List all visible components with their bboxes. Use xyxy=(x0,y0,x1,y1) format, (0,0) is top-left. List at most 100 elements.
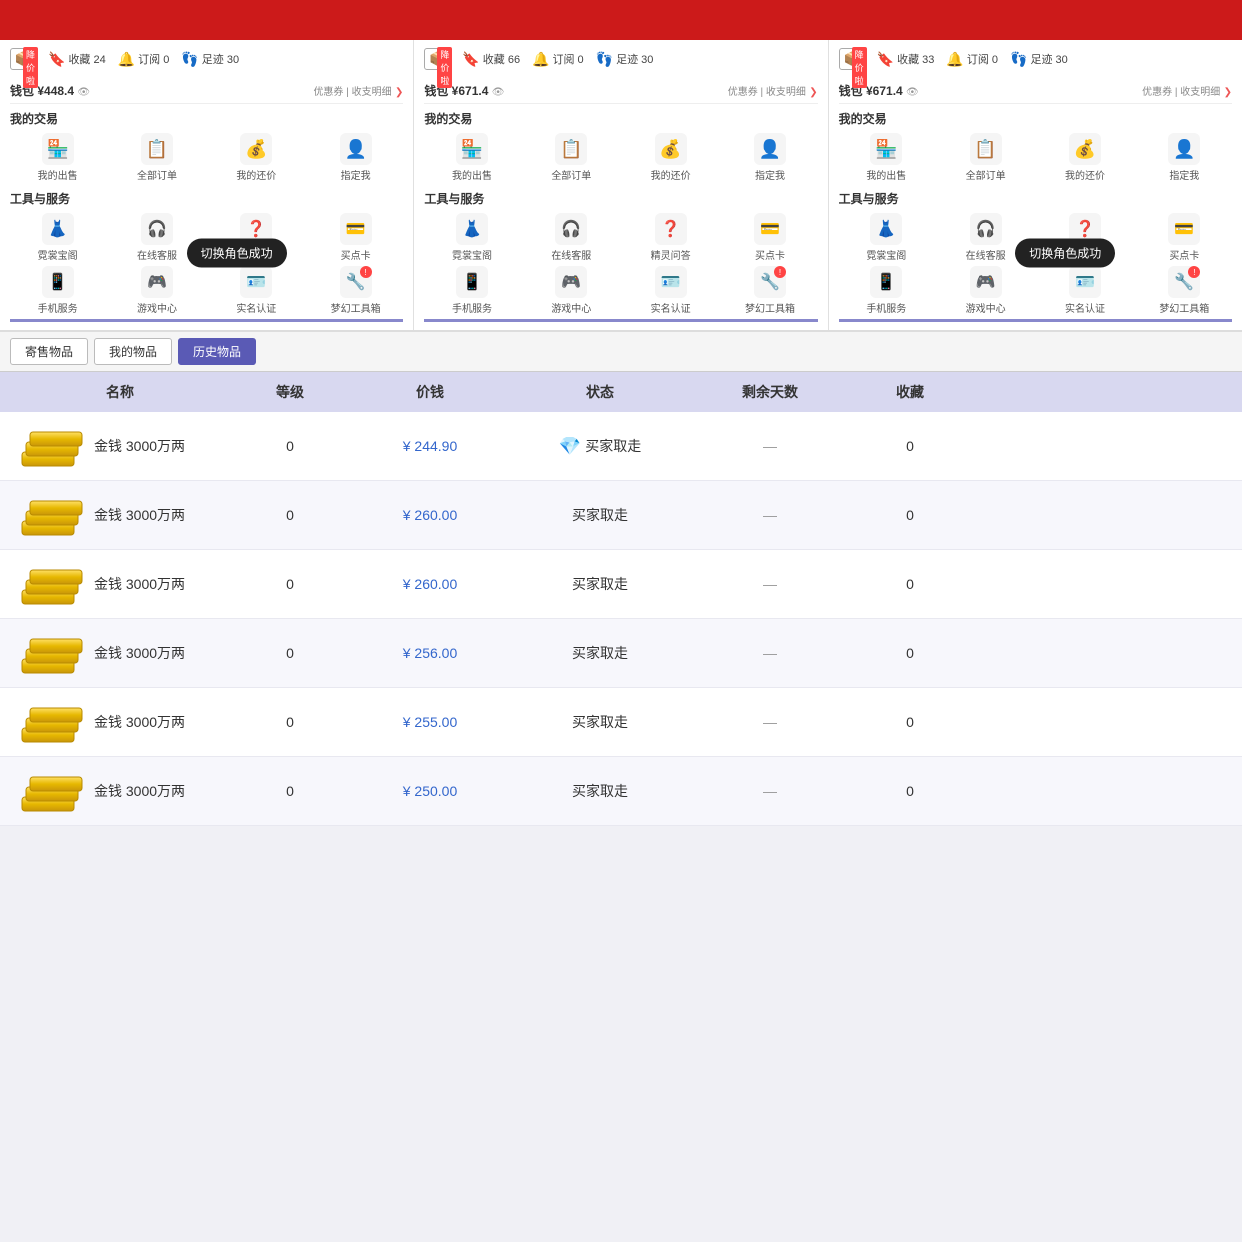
status-cell: 买家取走 xyxy=(510,574,690,594)
zuji-icon: 👣 xyxy=(181,51,198,68)
tool-item-2[interactable]: ❓ 精灵问答 xyxy=(623,213,718,262)
zuji-item: 👣 足迹 30 xyxy=(181,51,239,68)
panel-2: 📦 降价啦 🔖 收藏 66 🔔 订阅 0 👣 足迹 30 钱包 ¥671.4 👁 xyxy=(414,40,828,330)
shoucang-label: 收藏 24 xyxy=(68,51,105,67)
shoucang-label: 收藏 66 xyxy=(483,51,520,67)
trade-item-label-1: 全部订单 xyxy=(551,167,591,182)
tab-1[interactable]: 我的物品 xyxy=(94,338,172,365)
trade-grid: 🏪 我的出售 📋 全部订单 💰 我的还价 👤 指定我 xyxy=(10,133,403,182)
trade-item-label-2: 我的还价 xyxy=(1065,167,1105,182)
col-header-5: 收藏 xyxy=(850,382,970,402)
wallet-amount: ¥448.4 xyxy=(37,84,74,98)
trade-item-3[interactable]: 👤 指定我 xyxy=(308,133,403,182)
trade-icon-0: 🏪 xyxy=(870,133,902,165)
trade-item-0[interactable]: 🏪 我的出售 xyxy=(839,133,934,182)
trade-icon-1: 📋 xyxy=(555,133,587,165)
item-price: ¥ 244.90 xyxy=(350,438,510,454)
tool-item-6[interactable]: 🪪 实名认证 xyxy=(623,266,718,315)
trade-item-1[interactable]: 📋 全部订单 xyxy=(109,133,204,182)
trade-icon-0: 🏪 xyxy=(42,133,74,165)
tool-item-4[interactable]: 📱 手机服务 xyxy=(424,266,519,315)
trade-item-label-2: 我的还价 xyxy=(651,167,691,182)
shoucang-label: 收藏 33 xyxy=(897,51,934,67)
tool-item-7[interactable]: 🔧 ! 梦幻工具箱 xyxy=(1137,266,1232,315)
tool-badge-7: ! xyxy=(360,266,372,278)
trade-item-label-0: 我的出售 xyxy=(452,167,492,182)
shoucang-icon: 🔖 xyxy=(462,51,479,68)
tool-item-5[interactable]: 🎮 游戏中心 xyxy=(938,266,1033,315)
panel-1: 📦 降价啦 🔖 收藏 24 🔔 订阅 0 👣 足迹 30 钱包 ¥448.4 👁 xyxy=(0,40,414,330)
item-price: ¥ 260.00 xyxy=(350,576,510,592)
tool-item-0[interactable]: 👗 霓裳宝阁 xyxy=(839,213,934,262)
item-level: 0 xyxy=(230,714,350,730)
item-level: 0 xyxy=(230,438,350,454)
tools-grid: 👗 霓裳宝阁 🎧 在线客服 xyxy=(424,213,817,315)
wallet-arrow: ❯ xyxy=(395,87,403,98)
panel-icon-box: 📦 降价啦 xyxy=(424,48,450,70)
tool-item-0[interactable]: 👗 霓裳宝阁 xyxy=(424,213,519,262)
status-cell: 💎 买家取走 xyxy=(510,436,690,457)
item-name: 金钱 3000万两 xyxy=(94,436,185,456)
wallet-links: 优惠券 | 收支明细 xyxy=(1142,87,1220,98)
wallet-row: 钱包 ¥671.4 👁 优惠券 | 收支明细 ❯ xyxy=(424,78,817,104)
tool-item-6[interactable]: 🪪 实名认证 xyxy=(1037,266,1132,315)
col-header-2: 价钱 xyxy=(350,382,510,402)
tool-item-4[interactable]: 📱 手机服务 xyxy=(839,266,934,315)
trade-item-0[interactable]: 🏪 我的出售 xyxy=(424,133,519,182)
item-remaining: — xyxy=(690,714,850,730)
item-level: 0 xyxy=(230,507,350,523)
tool-item-0[interactable]: 👗 霓裳宝阁 xyxy=(10,213,105,262)
tool-icon-6: 🪪 xyxy=(1069,266,1101,298)
tool-item-6[interactable]: 🪪 实名认证 xyxy=(209,266,304,315)
item-remaining: — xyxy=(690,438,850,454)
tool-item-7[interactable]: 🔧 ! 梦幻工具箱 xyxy=(722,266,817,315)
wallet-right: 优惠券 | 收支明细 ❯ xyxy=(313,83,403,98)
tool-label-1: 在线客服 xyxy=(551,247,591,262)
zuji-icon: 👣 xyxy=(596,51,613,68)
trade-item-2[interactable]: 💰 我的还价 xyxy=(1037,133,1132,182)
panel-top: 📦 降价啦 🔖 收藏 24 🔔 订阅 0 👣 足迹 30 xyxy=(10,48,403,70)
tool-icon-1: 🎧 xyxy=(141,213,173,245)
tool-item-5[interactable]: 🎮 游戏中心 xyxy=(524,266,619,315)
tool-label-4: 手机服务 xyxy=(452,300,492,315)
trade-item-1[interactable]: 📋 全部订单 xyxy=(524,133,619,182)
trade-item-3[interactable]: 👤 指定我 xyxy=(722,133,817,182)
wallet-right: 优惠券 | 收支明细 ❯ xyxy=(1142,83,1232,98)
item-remaining: — xyxy=(690,507,850,523)
trade-item-2[interactable]: 💰 我的还价 xyxy=(209,133,304,182)
trade-item-1[interactable]: 📋 全部订单 xyxy=(938,133,1033,182)
item-favorites: 0 xyxy=(850,576,970,592)
tool-item-5[interactable]: 🎮 游戏中心 xyxy=(109,266,204,315)
trade-item-0[interactable]: 🏪 我的出售 xyxy=(10,133,105,182)
zuji-label: 足迹 30 xyxy=(1030,51,1067,67)
item-favorites: 0 xyxy=(850,438,970,454)
tool-item-4[interactable]: 📱 手机服务 xyxy=(10,266,105,315)
tool-item-3[interactable]: 💳 买点卡 xyxy=(308,213,403,262)
tool-item-3[interactable]: 💳 买点卡 xyxy=(1137,213,1232,262)
item-name: 金钱 3000万两 xyxy=(94,643,185,663)
item-cell: 金钱 3000万两 xyxy=(10,769,230,813)
tool-icon-0: 👗 xyxy=(870,213,902,245)
tools-title: 工具与服务 xyxy=(10,190,403,207)
tool-item-7[interactable]: 🔧 ! 梦幻工具箱 xyxy=(308,266,403,315)
item-favorites: 0 xyxy=(850,507,970,523)
tool-label-7: 梦幻工具箱 xyxy=(745,300,795,315)
gold-icon xyxy=(20,562,84,606)
tab-0[interactable]: 寄售物品 xyxy=(10,338,88,365)
wallet-arrow: ❯ xyxy=(1224,87,1232,98)
badge-jia: 降价啦 xyxy=(852,47,867,88)
trade-item-label-2: 我的还价 xyxy=(236,167,276,182)
status-cell: 买家取走 xyxy=(510,781,690,801)
tab-2[interactable]: 历史物品 xyxy=(178,338,256,365)
tool-icon-5: 🎮 xyxy=(141,266,173,298)
tool-label-4: 手机服务 xyxy=(866,300,906,315)
trade-item-2[interactable]: 💰 我的还价 xyxy=(623,133,718,182)
item-price: ¥ 250.00 xyxy=(350,783,510,799)
tool-item-1[interactable]: 🎧 在线客服 xyxy=(524,213,619,262)
status-icon: 💎 xyxy=(559,436,581,457)
tool-item-3[interactable]: 💳 买点卡 xyxy=(722,213,817,262)
trade-icon-3: 👤 xyxy=(1168,133,1200,165)
item-favorites: 0 xyxy=(850,645,970,661)
panel-top: 📦 降价啦 🔖 收藏 66 🔔 订阅 0 👣 足迹 30 xyxy=(424,48,817,70)
trade-item-3[interactable]: 👤 指定我 xyxy=(1137,133,1232,182)
